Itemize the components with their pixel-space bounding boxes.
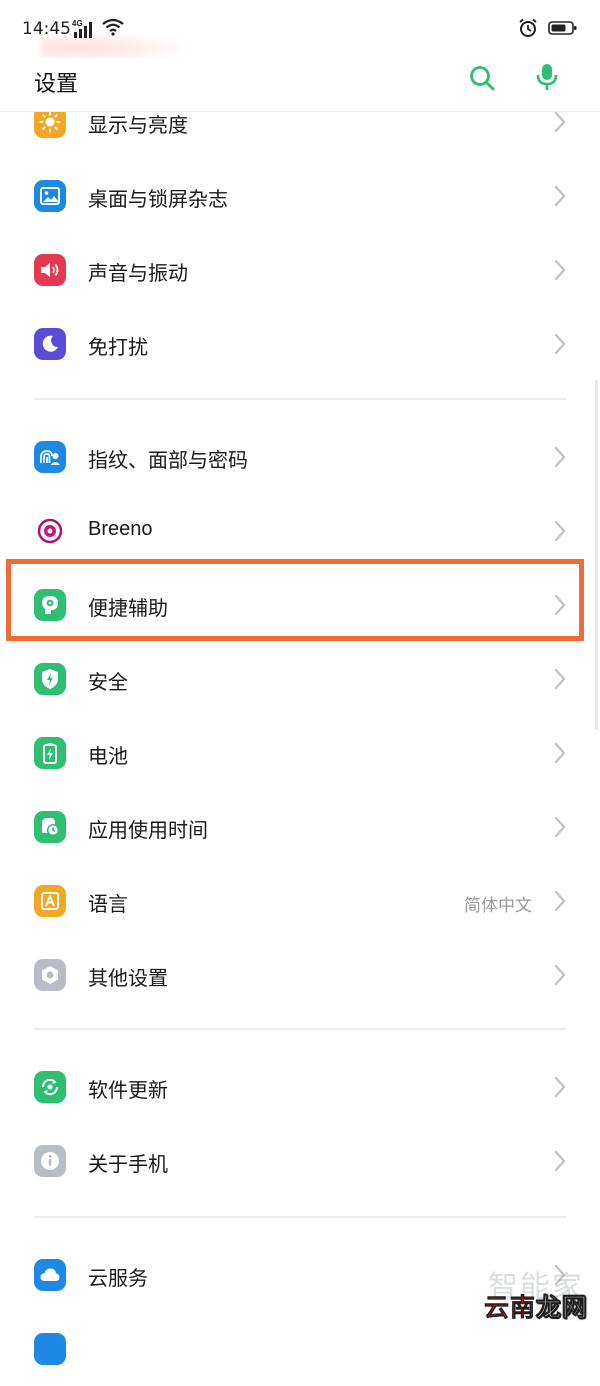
chevron-right-icon	[554, 259, 566, 281]
speaker-icon	[34, 254, 66, 286]
section-divider	[34, 398, 567, 400]
wifi-icon	[102, 18, 124, 41]
signal-icon: 4G	[72, 19, 96, 39]
chevron-right-icon	[554, 1076, 566, 1098]
settings-item-dnd[interactable]: 免打扰	[0, 307, 600, 381]
chevron-right-icon	[554, 333, 566, 355]
settings-item-label: 应用使用时间	[88, 820, 208, 842]
settings-item-label: 电池	[88, 746, 128, 768]
update-icon	[34, 1071, 66, 1103]
chevron-right-icon	[554, 816, 566, 838]
settings-item-language[interactable]: 语言 简体中文	[0, 864, 600, 938]
scrollbar[interactable]	[595, 380, 598, 730]
settings-item-battery[interactable]: 电池	[0, 716, 600, 790]
watermark: 智能家 云南龙网	[460, 1262, 594, 1324]
language-icon	[34, 885, 66, 917]
chevron-right-icon	[554, 1150, 566, 1172]
chevron-right-icon	[554, 964, 566, 986]
info-icon	[34, 1145, 66, 1177]
battery-icon	[548, 20, 578, 41]
moon-icon	[34, 328, 66, 360]
settings-item-label: 显示与亮度	[88, 115, 188, 137]
chevron-right-icon	[554, 668, 566, 690]
settings-item-sound[interactable]: 声音与振动	[0, 233, 600, 307]
chevron-right-icon	[554, 520, 566, 542]
settings-item-label: 其他设置	[88, 968, 168, 990]
settings-item-other[interactable]: 其他设置	[0, 938, 600, 1012]
chevron-right-icon	[554, 742, 566, 764]
partial-icon	[34, 1333, 66, 1365]
chevron-right-icon	[554, 111, 566, 133]
watermark-brand-a: 云南	[483, 1293, 536, 1323]
watermark-brand: 云南龙网	[484, 1288, 588, 1324]
breeno-icon	[34, 515, 66, 547]
settings-item-label: 云服务	[88, 1268, 148, 1290]
settings-item-about-phone[interactable]: 关于手机	[0, 1124, 600, 1198]
hexagon-nut-icon	[34, 959, 66, 991]
watermark-brand-b: 龙网	[535, 1293, 588, 1323]
status-time: 14:45	[22, 19, 71, 39]
wallpaper-icon	[34, 180, 66, 212]
status-bar: 14:45 4G	[0, 0, 600, 68]
fingerprint-face-icon	[34, 441, 66, 473]
settings-item-breeno[interactable]: Breeno	[0, 494, 600, 568]
header: 设置	[0, 58, 600, 112]
settings-item-label: 关于手机	[88, 1154, 168, 1176]
cloud-icon	[34, 1259, 66, 1291]
settings-item-security[interactable]: 安全	[0, 642, 600, 716]
chevron-right-icon	[554, 446, 566, 468]
chevron-right-icon	[554, 185, 566, 207]
section-divider	[34, 1216, 567, 1218]
highlight-box	[6, 559, 584, 641]
settings-item-biometrics[interactable]: 指纹、面部与密码	[0, 420, 600, 494]
microphone-icon[interactable]	[533, 62, 561, 92]
settings-item-label: Breeno	[88, 518, 153, 540]
language-value: 简体中文	[464, 896, 532, 915]
settings-item-software-update[interactable]: 软件更新	[0, 1050, 600, 1124]
settings-item-label: 桌面与锁屏杂志	[88, 189, 228, 211]
settings-item-label: 语言	[88, 894, 128, 916]
page-title: 设置	[34, 71, 79, 96]
settings-item-wallpaper[interactable]: 桌面与锁屏杂志	[0, 159, 600, 233]
settings-item-label: 免打扰	[88, 337, 148, 359]
alarm-icon	[518, 18, 538, 43]
settings-item-label: 指纹、面部与密码	[88, 450, 248, 472]
settings-item-label: 声音与振动	[88, 263, 188, 285]
settings-item-label: 安全	[88, 672, 128, 694]
shield-icon	[34, 663, 66, 695]
section-divider	[34, 1028, 567, 1030]
battery-charge-icon	[34, 737, 66, 769]
settings-item-label: 软件更新	[88, 1080, 168, 1102]
search-icon[interactable]	[468, 64, 496, 92]
app-timer-icon	[34, 811, 66, 843]
settings-item-app-usage-time[interactable]: 应用使用时间	[0, 790, 600, 864]
chevron-right-icon	[554, 890, 566, 912]
